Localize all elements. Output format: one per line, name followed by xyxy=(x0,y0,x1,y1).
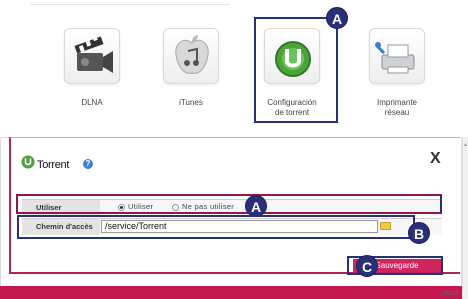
app-tile-printer[interactable]: Imprimante réseau xyxy=(357,24,437,122)
highlight-utiliser-row xyxy=(16,194,442,214)
callout-a-top: A xyxy=(326,7,348,29)
callout-b: B xyxy=(408,222,430,244)
app-label-dlna: DLNA xyxy=(81,98,103,107)
highlight-torrent-tile xyxy=(254,17,338,123)
screen: DLNA iTunes Configuración de torrent Imp… xyxy=(0,0,468,299)
close-button[interactable]: X xyxy=(430,150,441,168)
app-label-printer-line2: réseau xyxy=(384,108,410,117)
app-label-printer: Imprimante réseau xyxy=(357,98,437,118)
bottom-bar xyxy=(0,286,462,299)
dialog-title: Torrent xyxy=(37,159,70,171)
app-label-printer-line1: Imprimante xyxy=(376,98,417,107)
top-divider xyxy=(30,4,230,5)
highlight-chemin-row xyxy=(17,215,415,239)
help-icon[interactable]: ? xyxy=(83,159,93,169)
app-tile-dlna[interactable]: DLNA xyxy=(52,24,132,122)
printer-icon xyxy=(369,28,425,84)
scroll-up-icon[interactable]: ▲ xyxy=(463,142,468,148)
close-hint[interactable]: close xyxy=(442,290,458,297)
itunes-icon xyxy=(163,28,219,84)
app-tile-itunes[interactable]: iTunes xyxy=(151,24,231,122)
callout-c: C xyxy=(356,255,378,277)
dlna-icon xyxy=(64,28,120,84)
scrollbar[interactable] xyxy=(462,137,468,299)
callout-a-row: A xyxy=(245,195,267,217)
app-label-itunes: iTunes xyxy=(179,98,203,107)
torrent-icon xyxy=(21,155,35,169)
